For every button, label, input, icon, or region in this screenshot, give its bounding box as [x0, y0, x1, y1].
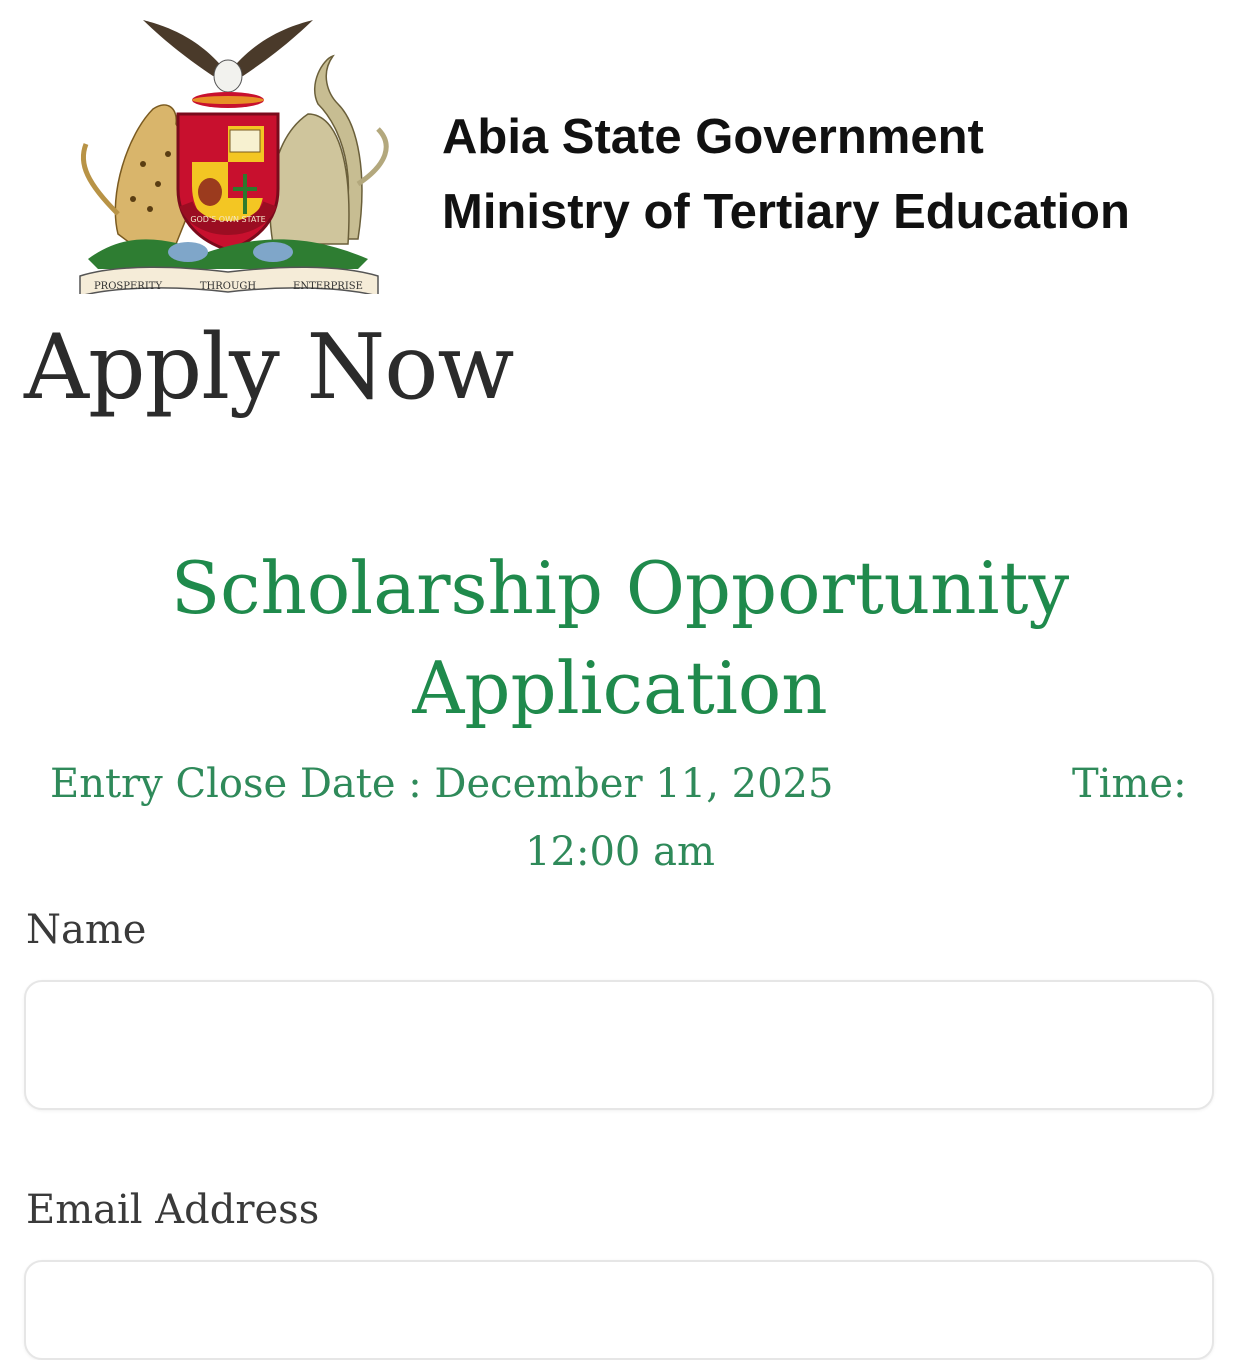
name-label: Name: [26, 907, 147, 953]
email-input[interactable]: [24, 1260, 1214, 1360]
form-title-line-2: Application: [412, 646, 828, 730]
email-label: Email Address: [26, 1187, 320, 1233]
government-name: Abia State Government: [442, 110, 984, 164]
entry-close-date: Entry Close Date : December 11, 2025: [50, 761, 834, 807]
coat-of-arms-icon: GOD'S OWN STATE PROSPERITY THROUGH ENTER…: [79, 20, 389, 294]
page-header: GOD'S OWN STATE PROSPERITY THROUGH ENTER…: [0, 0, 1240, 300]
name-input[interactable]: [24, 980, 1214, 1110]
motto-word-1: PROSPERITY: [94, 281, 162, 292]
close-time-label: Time:: [1072, 761, 1187, 807]
form-title: Scholarship Opportunity Application: [0, 538, 1240, 738]
ministry-name: Ministry of Tertiary Education: [442, 185, 1130, 239]
crest-ring-text: GOD'S OWN STATE: [190, 215, 265, 224]
motto-word-3: ENTERPRISE: [293, 281, 363, 292]
page-title: Apply Now: [24, 315, 514, 420]
close-time-value: 12:00 am: [525, 829, 715, 875]
form-title-line-1: Scholarship Opportunity: [170, 546, 1070, 630]
motto-word-2: THROUGH: [200, 281, 257, 292]
